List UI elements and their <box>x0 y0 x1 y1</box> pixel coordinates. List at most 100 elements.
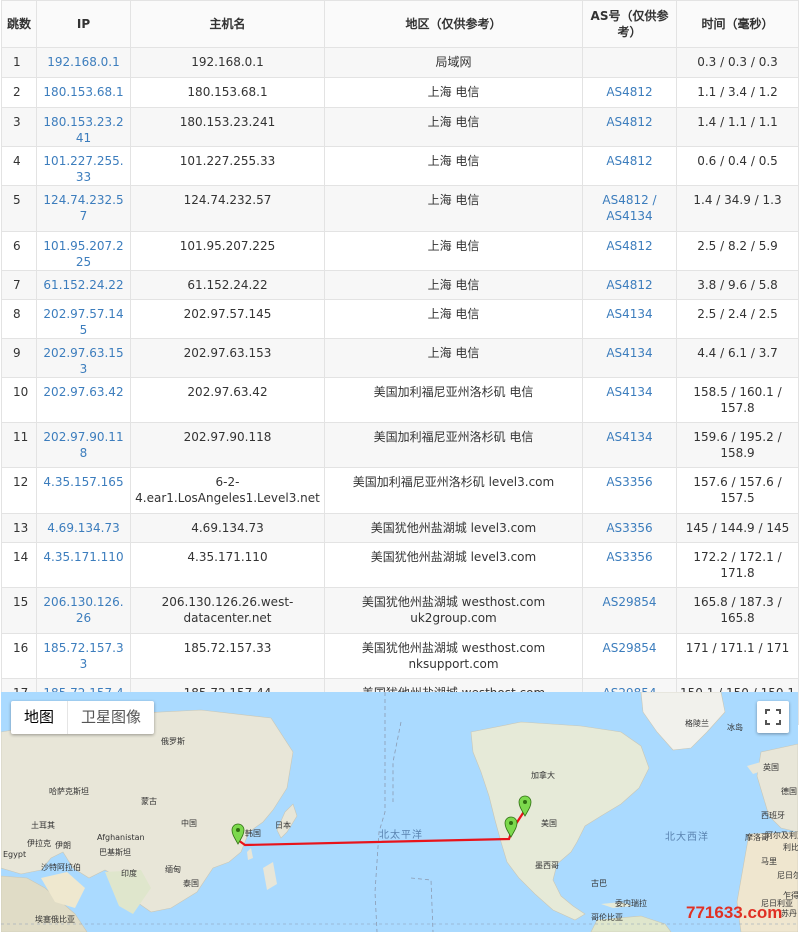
label-spain: 西班牙 <box>761 811 785 820</box>
ip-link[interactable]: 180.153.68.1 <box>43 85 123 99</box>
as-link[interactable]: AS4134 <box>606 430 652 444</box>
as-link[interactable]: AS4812 <box>606 154 652 168</box>
as-link[interactable]: AS4812 <box>606 115 652 129</box>
hop-cell: 3 <box>1 107 37 147</box>
greenland-landmass <box>640 692 726 751</box>
table-row: 12 4.35.157.165 6-2-4.ear1.LosAngeles1.L… <box>1 467 799 514</box>
label-colombia: 哥伦比亚 <box>591 913 623 922</box>
time-cell: 165.8 / 187.3 / 165.8 <box>676 587 799 634</box>
region-cell: 上海 电信 <box>324 299 583 339</box>
header-hop: 跳数 <box>1 0 37 48</box>
as-link[interactable]: AS4812 <box>606 278 652 292</box>
time-cell: 172.2 / 172.1 / 171.8 <box>676 542 799 588</box>
header-host: 主机名 <box>130 0 325 48</box>
region-cell: 美国加利福尼亚州洛杉矶 level3.com <box>324 467 583 514</box>
host-cell: 6-2-4.ear1.LosAngeles1.Level3.net <box>130 467 325 514</box>
as-link[interactable]: AS3356 <box>606 550 652 564</box>
as-link[interactable]: AS3356 <box>606 521 652 535</box>
host-cell: 101.95.207.225 <box>130 231 325 271</box>
region-cell: 美国犹他州盐湖城 level3.com <box>324 542 583 588</box>
label-egypt: Egypt <box>3 850 27 859</box>
ip-link[interactable]: 61.152.24.22 <box>43 278 123 292</box>
ip-link[interactable]: 124.74.232.57 <box>43 193 123 223</box>
label-saudi: 沙特阿拉伯 <box>41 863 81 872</box>
label-mongolia: 蒙古 <box>141 797 157 806</box>
region-cell: 美国犹他州盐湖城 westhost.com uk2group.com <box>324 587 583 634</box>
region-cell: 上海 电信 <box>324 185 583 232</box>
label-china: 中国 <box>181 819 197 828</box>
hop-cell: 9 <box>1 338 37 378</box>
hop-cell: 11 <box>1 422 37 468</box>
as-link[interactable]: AS3356 <box>606 475 652 489</box>
host-cell: 180.153.68.1 <box>130 77 325 108</box>
ip-link[interactable]: 180.153.23.241 <box>43 115 123 145</box>
time-cell: 159.6 / 195.2 / 158.9 <box>676 422 799 468</box>
label-north-atlantic: 北大西洋 <box>665 832 709 843</box>
route-map[interactable]: 俄罗斯 哈萨克斯坦 蒙古 土耳其 伊拉克 伊朗 Afghanistan 巴基斯坦… <box>1 692 798 932</box>
ip-link[interactable]: 185.72.157.33 <box>43 641 123 671</box>
map-type-control: 地图 卫星图像 <box>11 701 155 734</box>
time-cell: 0.6 / 0.4 / 0.5 <box>676 146 799 186</box>
host-cell: 4.35.171.110 <box>130 542 325 588</box>
ip-link[interactable]: 202.97.63.153 <box>43 346 123 376</box>
label-kazakhstan: 哈萨克斯坦 <box>49 787 89 796</box>
region-cell: 上海 电信 <box>324 231 583 271</box>
hop-cell: 13 <box>1 513 37 543</box>
as-link[interactable]: AS29854 <box>603 595 657 609</box>
table-header-row: 跳数 IP 主机名 地区（仅供参考） AS号（仅供参考） 时间（毫秒） <box>1 0 799 48</box>
label-libya: 利比亚 <box>783 843 798 852</box>
fullscreen-icon <box>765 709 781 725</box>
ip-link[interactable]: 101.95.207.225 <box>43 239 123 269</box>
table-row: 16 185.72.157.33 185.72.157.33 美国犹他州盐湖城 … <box>1 633 799 679</box>
region-cell: 美国犹他州盐湖城 westhost.com nksupport.com <box>324 633 583 679</box>
as-link[interactable]: AS29854 <box>603 641 657 655</box>
as-link[interactable]: AS4134 <box>606 385 652 399</box>
ip-link[interactable]: 202.97.63.42 <box>43 385 123 399</box>
traceroute-table: 跳数 IP 主机名 地区（仅供参考） AS号（仅供参考） 时间（毫秒） 1 19… <box>1 0 799 725</box>
label-japan: 日本 <box>275 821 291 830</box>
hop-cell: 12 <box>1 467 37 514</box>
label-sudan: 苏丹 <box>781 909 797 918</box>
ip-link[interactable]: 192.168.0.1 <box>47 55 120 69</box>
time-cell: 158.5 / 160.1 / 157.8 <box>676 377 799 423</box>
label-venezuela: 委内瑞拉 <box>615 899 647 908</box>
table-row: 15 206.130.126.26 206.130.126.26.west-da… <box>1 587 799 634</box>
table-row: 1 192.168.0.1 192.168.0.1 局域网 0.3 / 0.3 … <box>1 47 799 78</box>
satellite-view-button[interactable]: 卫星图像 <box>68 701 154 734</box>
host-cell: 185.72.157.33 <box>130 633 325 679</box>
time-cell: 2.5 / 8.2 / 5.9 <box>676 231 799 271</box>
ip-link[interactable]: 202.97.90.118 <box>43 430 123 460</box>
host-cell: 4.69.134.73 <box>130 513 325 543</box>
label-canada: 加拿大 <box>531 771 555 780</box>
hop-cell: 10 <box>1 377 37 423</box>
ip-link[interactable]: 4.69.134.73 <box>47 521 120 535</box>
as-link[interactable]: AS4812 / AS4134 <box>602 193 656 223</box>
watermark: 771633.com <box>686 903 783 922</box>
hop-cell: 7 <box>1 270 37 300</box>
fullscreen-button[interactable] <box>757 701 789 733</box>
as-link[interactable]: AS4812 <box>606 85 652 99</box>
label-thailand: 泰国 <box>183 879 199 888</box>
map-view-button[interactable]: 地图 <box>11 701 69 734</box>
time-cell: 157.6 / 157.6 / 157.5 <box>676 467 799 514</box>
region-cell: 局域网 <box>324 47 583 78</box>
time-cell: 1.4 / 34.9 / 1.3 <box>676 185 799 232</box>
as-link[interactable]: AS4812 <box>606 239 652 253</box>
ip-link[interactable]: 4.35.171.110 <box>43 550 123 564</box>
table-row: 13 4.69.134.73 4.69.134.73 美国犹他州盐湖城 leve… <box>1 513 799 543</box>
time-cell: 1.1 / 3.4 / 1.2 <box>676 77 799 108</box>
ip-link[interactable]: 101.227.255.33 <box>43 154 123 184</box>
ip-link[interactable]: 4.35.157.165 <box>43 475 123 489</box>
as-link[interactable]: AS4134 <box>606 307 652 321</box>
hop-cell: 2 <box>1 77 37 108</box>
ip-link[interactable]: 202.97.57.145 <box>43 307 123 337</box>
table-row: 7 61.152.24.22 61.152.24.22 上海 电信 AS4812… <box>1 270 799 300</box>
date-line <box>374 692 386 932</box>
host-cell: 101.227.255.33 <box>130 146 325 186</box>
label-myanmar: 缅甸 <box>165 865 181 874</box>
ip-link[interactable]: 206.130.126.26 <box>43 595 123 625</box>
table-row: 2 180.153.68.1 180.153.68.1 上海 电信 AS4812… <box>1 77 799 108</box>
table-row: 11 202.97.90.118 202.97.90.118 美国加利福尼亚州洛… <box>1 422 799 468</box>
as-link[interactable]: AS4134 <box>606 346 652 360</box>
taiwan-island <box>247 848 253 860</box>
